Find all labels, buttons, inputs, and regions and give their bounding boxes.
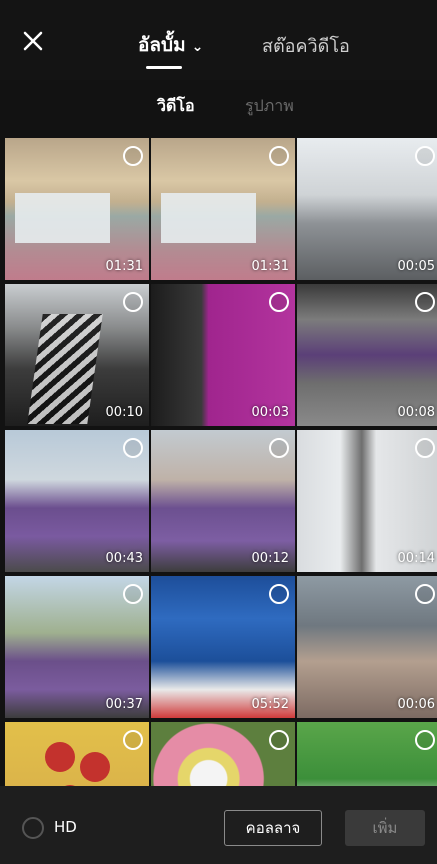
tab-album-label: อัลบั้ม: [138, 34, 186, 56]
tab-album[interactable]: อัลบั้ม ⌄: [138, 30, 203, 60]
select-circle-icon[interactable]: [415, 584, 435, 604]
select-circle-icon[interactable]: [269, 146, 289, 166]
media-tile[interactable]: 00:12: [151, 430, 295, 572]
video-thumbnail: [297, 722, 437, 786]
video-duration: 00:06: [397, 697, 435, 712]
video-duration: 01:31: [105, 259, 143, 274]
select-circle-icon[interactable]: [415, 438, 435, 458]
select-circle-icon[interactable]: [415, 730, 435, 750]
video-duration: 00:08: [397, 405, 435, 420]
close-icon: [23, 31, 43, 51]
media-tile[interactable]: 00:10: [5, 284, 149, 426]
select-circle-icon[interactable]: [415, 292, 435, 312]
filter-photo[interactable]: รูปภาพ: [245, 94, 294, 119]
bottom-bar: HD คอลลาจ เพิ่ม: [0, 786, 437, 864]
video-duration: 00:43: [105, 551, 143, 566]
video-duration: 01:31: [251, 259, 289, 274]
media-tile[interactable]: 00:05: [297, 138, 437, 280]
media-tile[interactable]: 01:31: [5, 138, 149, 280]
select-circle-icon[interactable]: [269, 730, 289, 750]
hd-toggle[interactable]: [22, 817, 44, 839]
select-circle-icon[interactable]: [123, 730, 143, 750]
media-tile[interactable]: 00:06: [297, 576, 437, 718]
media-grid: 01:31 01:31 00:05 00:10 00:03 00:08 00:4…: [5, 138, 437, 786]
video-duration: 00:12: [251, 551, 289, 566]
video-duration: 00:37: [105, 697, 143, 712]
select-circle-icon[interactable]: [123, 292, 143, 312]
filter-video[interactable]: วิดีโอ: [157, 94, 195, 119]
add-button[interactable]: เพิ่ม: [345, 810, 425, 846]
close-button[interactable]: [18, 26, 48, 56]
media-tile[interactable]: [5, 722, 149, 786]
tab-stock-video[interactable]: สต๊อควิดีโอ: [262, 31, 350, 60]
tab-active-indicator: [146, 66, 182, 69]
media-tile[interactable]: 01:31: [151, 138, 295, 280]
select-circle-icon[interactable]: [269, 438, 289, 458]
media-tile[interactable]: [151, 722, 295, 786]
collage-button[interactable]: คอลลาจ: [224, 810, 322, 846]
select-circle-icon[interactable]: [269, 292, 289, 312]
video-duration: 00:10: [105, 405, 143, 420]
media-tile[interactable]: 00:43: [5, 430, 149, 572]
media-tile[interactable]: [297, 722, 437, 786]
media-tile[interactable]: 00:14: [297, 430, 437, 572]
select-circle-icon[interactable]: [123, 438, 143, 458]
video-duration: 00:14: [397, 551, 435, 566]
top-bar: อัลบั้ม ⌄ สต๊อควิดีโอ: [0, 0, 437, 80]
media-tile[interactable]: 05:52: [151, 576, 295, 718]
select-circle-icon[interactable]: [123, 584, 143, 604]
media-tile[interactable]: 00:03: [151, 284, 295, 426]
media-filter-bar: วิดีโอ รูปภาพ: [0, 80, 437, 136]
media-tile[interactable]: 00:08: [297, 284, 437, 426]
hd-label: HD: [54, 818, 77, 836]
video-duration: 05:52: [251, 697, 289, 712]
select-circle-icon[interactable]: [269, 584, 289, 604]
video-duration: 00:05: [397, 259, 435, 274]
video-duration: 00:03: [251, 405, 289, 420]
select-circle-icon[interactable]: [123, 146, 143, 166]
select-circle-icon[interactable]: [415, 146, 435, 166]
media-tile[interactable]: 00:37: [5, 576, 149, 718]
chevron-down-icon: ⌄: [191, 38, 204, 55]
